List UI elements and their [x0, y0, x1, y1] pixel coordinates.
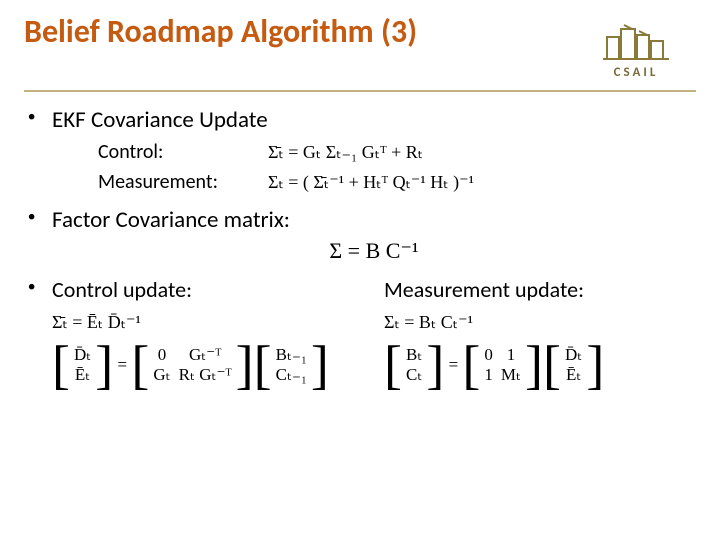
factor-eq: Σ = B C⁻¹ [52, 238, 696, 264]
m: 0 [484, 345, 493, 365]
content: EKF Covariance Update Control: Σ̄ₜ = Gₜ … [24, 92, 696, 387]
bullet-factor-text: Factor Covariance matrix: [52, 206, 290, 234]
control-update-heading: Control update: [52, 276, 364, 303]
m: 1 [484, 365, 493, 385]
measurement-update-col: Measurement update: Σₜ = Bₜ Cₜ⁻¹ [ Bₜ Cₜ [384, 276, 696, 387]
control-update-col: Control update: Σ̄ₜ = Ēₜ D̄ₜ⁻¹ [ D̄ₜ Ēₜ … [52, 276, 364, 387]
ekf-control-row: Control: Σ̄ₜ = Gₜ Σₜ₋₁ Gₜᵀ + Rₜ [98, 140, 696, 164]
m: Gₜ⁻ᵀ [189, 345, 221, 365]
bullet-factor: Factor Covariance matrix: Σ = B C⁻¹ [24, 206, 696, 264]
ekf-measurement-eq: Σₜ = ( Σ̄ₜ⁻¹ + Hₜᵀ Qₜ⁻¹ Hₜ )⁻¹ [268, 172, 474, 193]
csail-logo: CSAIL [576, 14, 696, 84]
m: Mₜ [501, 365, 521, 385]
m: D̄ₜ [565, 345, 582, 365]
m: 1 [507, 345, 516, 365]
page-title: Belief Roadmap Algorithm (3) [24, 14, 417, 51]
control-label: Control: [98, 140, 268, 164]
bullet-list: EKF Covariance Update Control: Σ̄ₜ = Gₜ … [24, 106, 696, 387]
m: Gₜ [153, 365, 170, 385]
bullet-ekf: EKF Covariance Update Control: Σ̄ₜ = Gₜ … [24, 106, 696, 194]
slide: Belief Roadmap Algorithm (3) CSAIL EKF C… [0, 0, 720, 540]
buildings-icon [601, 19, 671, 63]
logo-label: CSAIL [614, 65, 659, 80]
ctrl-matrix-eq: [ D̄ₜ Ēₜ ] = [ 0 Gₜ [52, 344, 329, 387]
measurement-update-heading: Measurement update: [384, 276, 696, 303]
m: Ēₜ [566, 365, 581, 385]
ctrl-sigma-eq: Σ̄ₜ = Ēₜ D̄ₜ⁻¹ [52, 311, 364, 334]
header: Belief Roadmap Algorithm (3) CSAIL [24, 14, 696, 92]
m: Rₜ Gₜ⁻ᵀ [179, 365, 232, 385]
meas-sigma-eq: Σₜ = Bₜ Cₜ⁻¹ [384, 311, 696, 334]
m: 0 [158, 345, 167, 365]
m: Bₜ₋₁ [276, 345, 307, 365]
control-update-eqs: Σ̄ₜ = Ēₜ D̄ₜ⁻¹ [ D̄ₜ Ēₜ ] = [ [52, 311, 364, 387]
measurement-label: Measurement: [98, 170, 268, 194]
two-col: Control update: Σ̄ₜ = Ēₜ D̄ₜ⁻¹ [ D̄ₜ Ēₜ … [52, 276, 696, 387]
bullet-updates: Control update: Σ̄ₜ = Ēₜ D̄ₜ⁻¹ [ D̄ₜ Ēₜ … [24, 276, 696, 387]
ekf-measurement-row: Measurement: Σₜ = ( Σ̄ₜ⁻¹ + Hₜᵀ Qₜ⁻¹ Hₜ … [98, 170, 696, 194]
ekf-control-eq: Σ̄ₜ = Gₜ Σₜ₋₁ Gₜᵀ + Rₜ [268, 142, 423, 163]
m: Cₜ₋₁ [276, 365, 307, 385]
measurement-update-eqs: Σₜ = Bₜ Cₜ⁻¹ [ Bₜ Cₜ ] = [ [384, 311, 696, 387]
ekf-sub: Control: Σ̄ₜ = Gₜ Σₜ₋₁ Gₜᵀ + Rₜ Measurem… [52, 140, 696, 194]
m: D̄ₜ [74, 345, 91, 365]
m: Ēₜ [75, 365, 90, 385]
bullet-ekf-text: EKF Covariance Update [52, 106, 268, 134]
m: Bₜ [406, 345, 422, 365]
meas-matrix-eq: [ Bₜ Cₜ ] = [ 0 1 [384, 344, 604, 387]
m: Cₜ [406, 365, 422, 385]
